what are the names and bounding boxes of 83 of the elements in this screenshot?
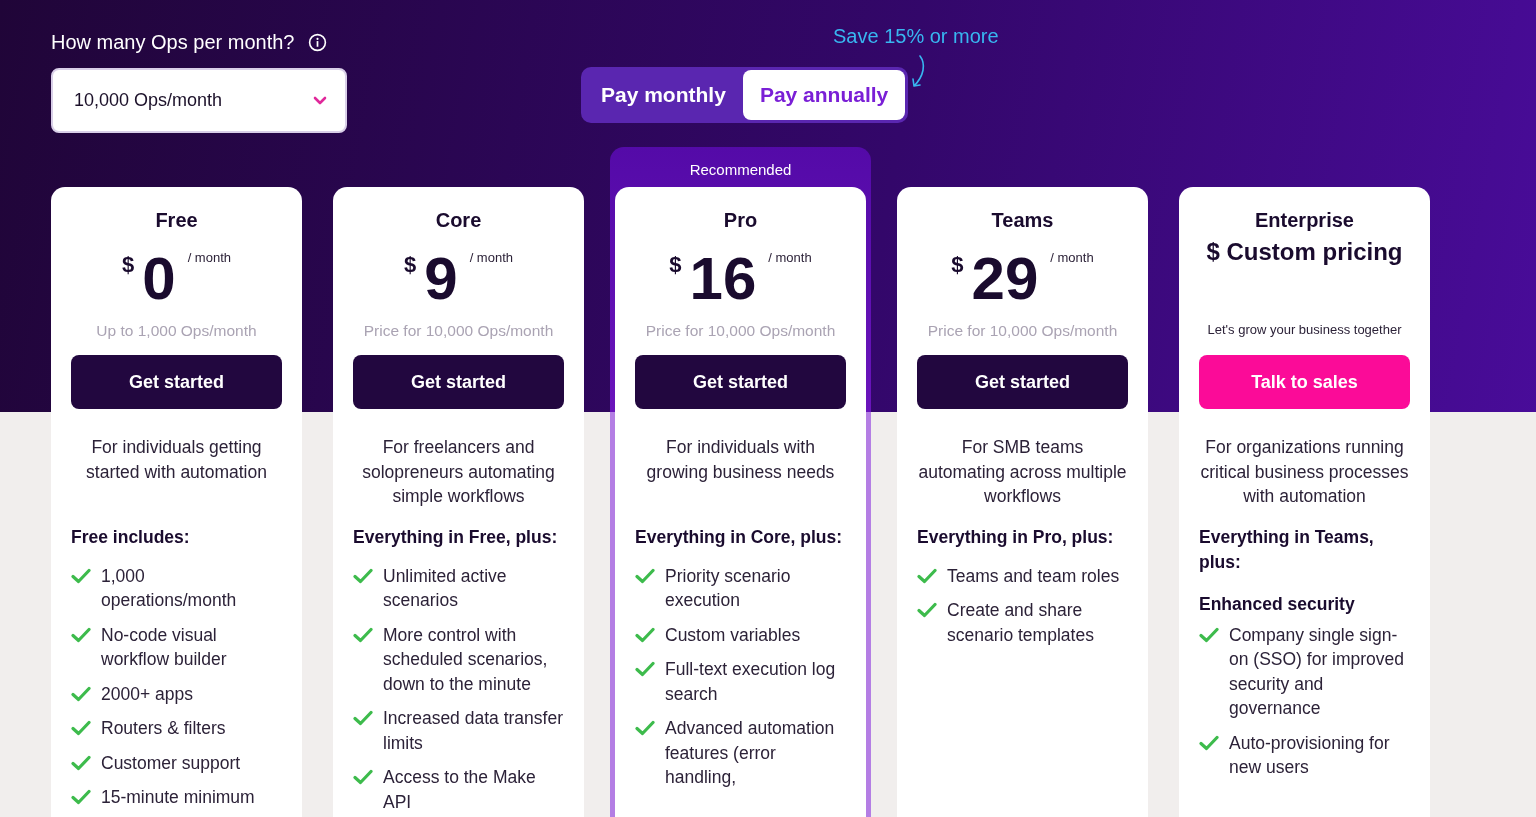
feature-text: 15-minute minimum: [101, 786, 255, 809]
plan-name: Free: [154, 209, 199, 232]
currency-symbol: $: [404, 252, 417, 278]
price-amount: 9: [424, 244, 458, 314]
plan-name: Pro: [722, 209, 759, 232]
price-amount: 29: [971, 244, 1039, 314]
feature-text: Auto-provisioning for new users: [1229, 731, 1391, 779]
currency-symbol: $: [951, 252, 964, 278]
plan-description: For organizations running critical business processes with automation: [1199, 436, 1410, 508]
price-period: / month: [1050, 250, 1094, 265]
check-icon: [71, 789, 91, 805]
price-note: Up to 1,000 Ops/month: [95, 322, 258, 341]
includes-heading: Everything in Teams, plus:: [1199, 526, 1375, 574]
feature-text: Full-text execution log search: [665, 658, 837, 706]
billing-tab[interactable]: Pay annually: [742, 70, 906, 120]
talk-to-sales-button[interactable]: Talk to sales: [1199, 355, 1410, 409]
currency-symbol: $: [669, 252, 682, 278]
check-icon: [635, 567, 655, 584]
get-started-button[interactable]: Get started: [917, 355, 1128, 409]
feature-text: Increased data transfer limits: [383, 707, 564, 755]
feature-text: Priority scenario execution: [665, 564, 792, 612]
includes-heading: Everything in Pro, plus:: [917, 526, 1115, 549]
feature-text: Routers & filters: [101, 717, 226, 740]
get-started-button[interactable]: Get started: [71, 355, 282, 409]
includes-heading: Everything in Core, plus:: [635, 526, 844, 549]
check-icon: [71, 567, 91, 584]
feature-group-heading: Enhanced security: [1199, 593, 1356, 616]
price-note: Price for 10,000 Ops/month: [362, 322, 555, 341]
check-icon: [71, 626, 91, 643]
check-icon: [353, 567, 373, 584]
get-started-button[interactable]: Get started: [353, 355, 564, 409]
currency-symbol: $: [122, 252, 135, 278]
plan-description: For individuals getting started with automation: [85, 436, 268, 484]
feature-text: Customer support: [101, 751, 241, 775]
chevron-down-icon: [313, 96, 327, 105]
feature-text: Teams and team roles: [947, 564, 1120, 588]
feature-text: Create and share scenario templates: [947, 599, 1095, 647]
ops-question: How many Ops per month?: [51, 31, 295, 54]
feature-text: More control with scheduled scenarios, down to the minute: [383, 623, 549, 696]
price-period: / month: [469, 250, 513, 265]
price-amount: 0: [142, 244, 176, 314]
check-icon: [635, 661, 655, 677]
plan-description: For individuals with growing business needs: [645, 436, 836, 484]
check-icon: [1199, 734, 1219, 751]
billing-tab[interactable]: Pay monthly: [584, 70, 743, 120]
check-icon: [917, 567, 937, 584]
feature-text: Unlimited active scenarios: [383, 564, 508, 612]
price-note: Price for 10,000 Ops/month: [926, 322, 1119, 341]
check-icon: [71, 720, 91, 736]
check-icon: [1199, 626, 1219, 643]
plan-name: Enterprise: [1254, 209, 1355, 232]
feature-text: Access to the Make API: [383, 766, 537, 814]
price-period: / month: [187, 250, 231, 265]
check-icon: [353, 769, 373, 785]
info-icon[interactable]: [308, 33, 328, 52]
check-icon: [635, 720, 655, 736]
check-icon: [635, 626, 655, 643]
price-note: Let's grow your business together: [1206, 322, 1403, 339]
check-icon: [353, 626, 373, 643]
savings-note: Save 15% or more: [833, 25, 999, 48]
feature-text: 1,000 operations/month: [101, 564, 238, 612]
check-icon: [71, 685, 91, 702]
feature-text: No-code visual workflow builder: [101, 623, 228, 671]
includes-heading: Free includes:: [71, 526, 191, 549]
check-icon: [917, 602, 937, 618]
price-period: / month: [768, 250, 812, 265]
ops-dropdown[interactable]: 10,000 Ops/month: [51, 68, 347, 133]
feature-text: 2000+ apps: [101, 682, 193, 706]
price-note: Price for 10,000 Ops/month: [644, 322, 837, 341]
includes-heading: Everything in Free, plus:: [353, 526, 559, 549]
plan-description: For freelancers and solopreneurs automating simple workflows: [361, 436, 556, 508]
recommended-label: Recommended: [688, 160, 793, 180]
check-icon: [353, 710, 373, 726]
check-icon: [71, 754, 91, 771]
get-started-button[interactable]: Get started: [635, 355, 846, 409]
feature-text: Custom variables: [665, 623, 801, 647]
feature-text: Advanced automation features (error handling,: [665, 717, 836, 789]
price-amount: 16: [689, 244, 757, 314]
plan-name: Core: [434, 209, 483, 232]
custom-price: $ Custom pricing: [1205, 238, 1404, 267]
feature-text: Company single sign-on (SSO) for improved security and governance: [1229, 623, 1406, 720]
plan-name: Teams: [990, 209, 1055, 232]
plan-description: For SMB teams automating across multiple workflows: [917, 436, 1128, 508]
